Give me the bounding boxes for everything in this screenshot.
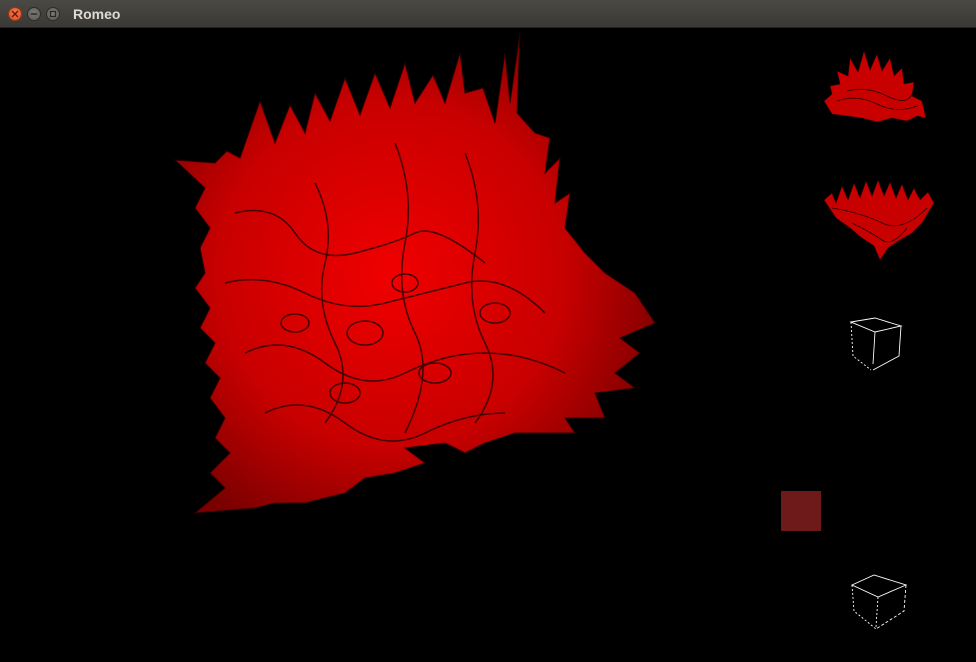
maximize-button[interactable]: [46, 7, 60, 21]
title-bar[interactable]: Romeo: [0, 0, 976, 28]
thumbnail-mesh-2[interactable]: [822, 178, 936, 263]
color-swatch[interactable]: [781, 491, 821, 531]
close-button[interactable]: [8, 7, 22, 21]
minimize-icon: [30, 13, 38, 15]
minimize-button[interactable]: [27, 7, 41, 21]
render-viewport[interactable]: [0, 28, 976, 662]
app-window: Romeo: [0, 0, 976, 662]
thumbnail-wireframe-cube-2[interactable]: [848, 571, 910, 631]
window-title: Romeo: [73, 6, 121, 22]
thumbnail-wireframe-cube-1[interactable]: [845, 316, 907, 374]
maximize-icon: [49, 10, 57, 18]
spiky-mesh-main: [173, 33, 656, 514]
close-icon: [11, 10, 19, 18]
thumbnail-mesh-1[interactable]: [822, 46, 928, 126]
